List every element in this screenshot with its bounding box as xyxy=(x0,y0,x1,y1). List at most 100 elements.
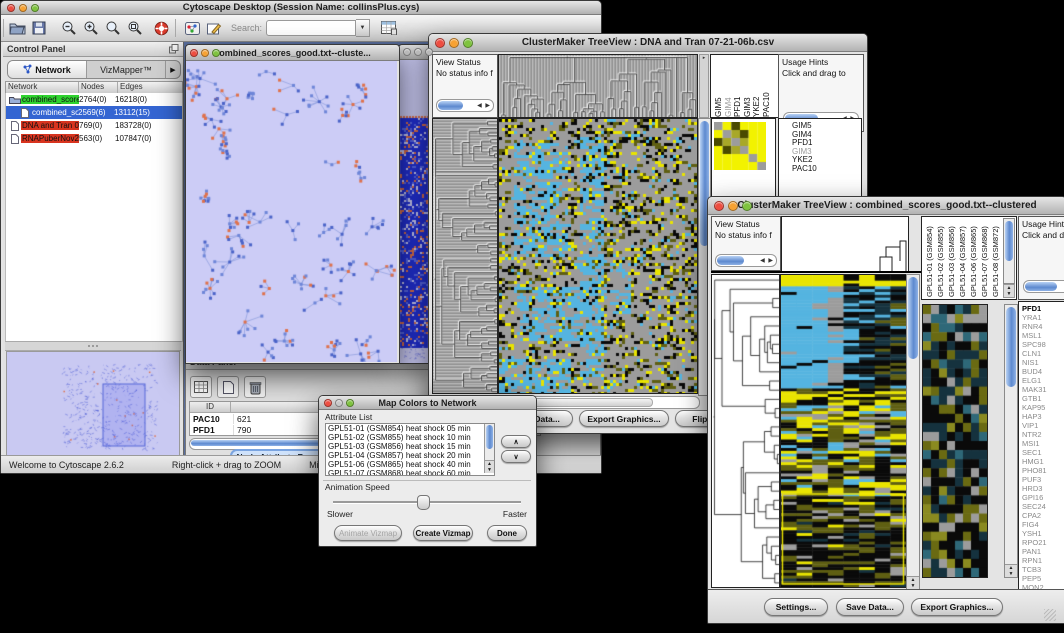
vscroll-thumb[interactable] xyxy=(908,277,918,359)
tv1-row-dendrogram[interactable] xyxy=(432,118,498,394)
gene-label[interactable]: RPN1 xyxy=(1022,556,1064,565)
zoom-selected-icon[interactable] xyxy=(102,18,124,38)
tv2-column-label[interactable]: GPL51-08 (GSM872) xyxy=(990,218,1001,297)
done-button[interactable]: Done xyxy=(487,525,527,541)
help-icon[interactable] xyxy=(150,18,172,38)
tv2-heatmap-vscrollbar[interactable] xyxy=(906,274,920,590)
network-list-empty-area[interactable] xyxy=(5,145,183,342)
zoom-button[interactable] xyxy=(346,399,354,407)
dialog-titlebar[interactable]: Map Colors to Network xyxy=(319,396,536,410)
tv1-column-label[interactable]: GIM3 xyxy=(743,55,753,117)
tv2-export-graphics-button[interactable]: Export Graphics... xyxy=(911,598,1003,616)
network2-view-canvas[interactable] xyxy=(399,60,430,363)
tv1-column-label[interactable]: PFD1 xyxy=(733,55,743,117)
tv2-column-label[interactable]: GPL51-02 (GSM855) xyxy=(935,218,946,297)
gene-label[interactable]: CLN1 xyxy=(1022,349,1064,358)
vscroll-thumb[interactable] xyxy=(1005,221,1013,261)
gene-label[interactable]: SEC24 xyxy=(1022,502,1064,511)
network-list-row[interactable]: DNA and Tran 07769(0)183728(0) xyxy=(6,119,182,132)
header-edges[interactable]: Edges xyxy=(118,82,182,93)
attribute-item[interactable]: GPL51-06 (GSM865) heat shock 40 min xyxy=(328,460,494,469)
gene-label[interactable]: ELG1 xyxy=(1022,376,1064,385)
tv2-status-scrollbar[interactable] xyxy=(715,254,777,267)
tv2-column-label[interactable]: GPL51-04 (GSM857) xyxy=(957,218,968,297)
gene-label[interactable]: KAP95 xyxy=(1022,403,1064,412)
gene-label[interactable]: RPO21 xyxy=(1022,538,1064,547)
save-session-button[interactable] xyxy=(28,18,50,38)
network-list-row[interactable]: RNAPuberNov2+563(0)107847(0) xyxy=(6,132,182,145)
gene-label[interactable]: PUF3 xyxy=(1022,475,1064,484)
attribute-browser-icon[interactable] xyxy=(378,18,400,38)
attribute-item[interactable]: GPL51-04 (GSM857) heat shock 20 min xyxy=(328,451,494,460)
tv2-column-label[interactable]: GPL51-03 (GSM856) xyxy=(946,218,957,297)
gene-label[interactable]: NTR2 xyxy=(1022,430,1064,439)
tv1-column-label[interactable]: PAC10 xyxy=(762,55,772,117)
tv2-zoom-vscrollbar[interactable] xyxy=(1004,304,1018,578)
gene-label[interactable]: VIP1 xyxy=(1022,421,1064,430)
network-overview-thumbnail[interactable] xyxy=(6,351,180,459)
move-attribute-up-button[interactable]: ∧ xyxy=(501,435,531,448)
minimize-button[interactable] xyxy=(414,48,422,56)
scroll-down-icon[interactable] xyxy=(1005,571,1017,577)
header-network[interactable]: Network xyxy=(6,82,79,93)
search-dropdown-icon[interactable]: ▼ xyxy=(356,19,370,37)
close-button[interactable] xyxy=(190,49,198,57)
tv1-column-dendrogram[interactable] xyxy=(498,54,698,118)
gene-label[interactable]: SPC98 xyxy=(1022,340,1064,349)
gene-label[interactable]: SEC1 xyxy=(1022,448,1064,457)
zoom-button[interactable] xyxy=(425,48,433,56)
tv2-labels-vscrollbar[interactable] xyxy=(1003,218,1015,284)
close-button[interactable] xyxy=(403,48,411,56)
gene-label[interactable]: HMG1 xyxy=(1022,457,1064,466)
close-button[interactable] xyxy=(324,399,332,407)
attribute-item[interactable]: GPL51-01 (GSM854) heat shock 05 min xyxy=(328,424,494,433)
tab-vizmapper[interactable]: VizMapper™ xyxy=(87,61,165,78)
gene-label[interactable]: YRA1 xyxy=(1022,313,1064,322)
new-attribute-icon[interactable] xyxy=(217,376,239,398)
resize-grip[interactable] xyxy=(1044,609,1056,621)
tv1-column-label[interactable]: GIM4 xyxy=(724,55,734,117)
speed-slider-thumb[interactable] xyxy=(417,495,430,510)
network-view-canvas[interactable] xyxy=(186,61,397,362)
tab-network[interactable]: Network xyxy=(8,61,87,78)
float-panel-icon[interactable] xyxy=(169,44,179,58)
zoom-button[interactable] xyxy=(31,4,39,12)
search-input[interactable] xyxy=(266,20,356,36)
gene-label[interactable]: YSH1 xyxy=(1022,529,1064,538)
annotation-icon[interactable] xyxy=(203,18,225,38)
attribute-item[interactable]: GPL51-03 (GSM856) heat shock 15 min xyxy=(328,442,494,451)
gene-label[interactable]: MAK31 xyxy=(1022,385,1064,394)
create-vizmap-button[interactable]: Create Vizmap xyxy=(413,525,473,541)
treeview2-titlebar[interactable]: ClusterMaker TreeView : combined_scores_… xyxy=(708,197,1064,215)
gene-label[interactable]: GPI16 xyxy=(1022,493,1064,502)
attribute-listbox[interactable]: GPL51-01 (GSM854) heat shock 05 minGPL51… xyxy=(325,423,495,476)
gene-label[interactable]: PHO81 xyxy=(1022,466,1064,475)
vscroll-thumb[interactable] xyxy=(1006,307,1016,387)
minimize-button[interactable] xyxy=(335,399,343,407)
tv1-cluster-heatmap[interactable] xyxy=(714,122,766,170)
attribute-item[interactable]: GPL51-07 (GSM868) heat shock 60 min xyxy=(328,469,494,476)
id-header[interactable]: ID xyxy=(190,402,231,412)
network-list-row[interactable]: combined_sco2569(6)13112(15) xyxy=(6,106,182,119)
gene-label[interactable]: MSI1 xyxy=(1022,439,1064,448)
gene-label[interactable]: CPA2 xyxy=(1022,511,1064,520)
zoom-in-icon[interactable] xyxy=(80,18,102,38)
tv2-column-dendrogram[interactable] xyxy=(781,216,909,273)
gene-label[interactable]: BUD4 xyxy=(1022,367,1064,376)
move-attribute-down-button[interactable]: ∨ xyxy=(501,450,531,463)
network-titlebar[interactable]: combined_scores_good.txt--cluste... xyxy=(186,45,399,61)
minimize-button[interactable] xyxy=(449,38,459,48)
labels-scroll-arrows[interactable] xyxy=(1003,284,1015,298)
tv2-column-label[interactable]: GPL51-01 (GSM854) xyxy=(924,218,935,297)
gene-label[interactable]: RNR4 xyxy=(1022,322,1064,331)
tv1-status-scrollbar[interactable] xyxy=(436,99,494,112)
table-icon[interactable] xyxy=(190,376,212,398)
gene-label[interactable]: GTB1 xyxy=(1022,394,1064,403)
tv2-settings-button[interactable]: Settings... xyxy=(764,598,828,616)
gene-label[interactable]: PAN1 xyxy=(1022,547,1064,556)
attribute-item[interactable]: GPL51-02 (GSM855) heat shock 10 min xyxy=(328,433,494,442)
zoom-out-icon[interactable] xyxy=(58,18,80,38)
attribute-list-vscrollbar[interactable] xyxy=(484,424,494,473)
tv2-hints-scrollbar[interactable] xyxy=(1023,280,1064,293)
zoom-button[interactable] xyxy=(212,49,220,57)
